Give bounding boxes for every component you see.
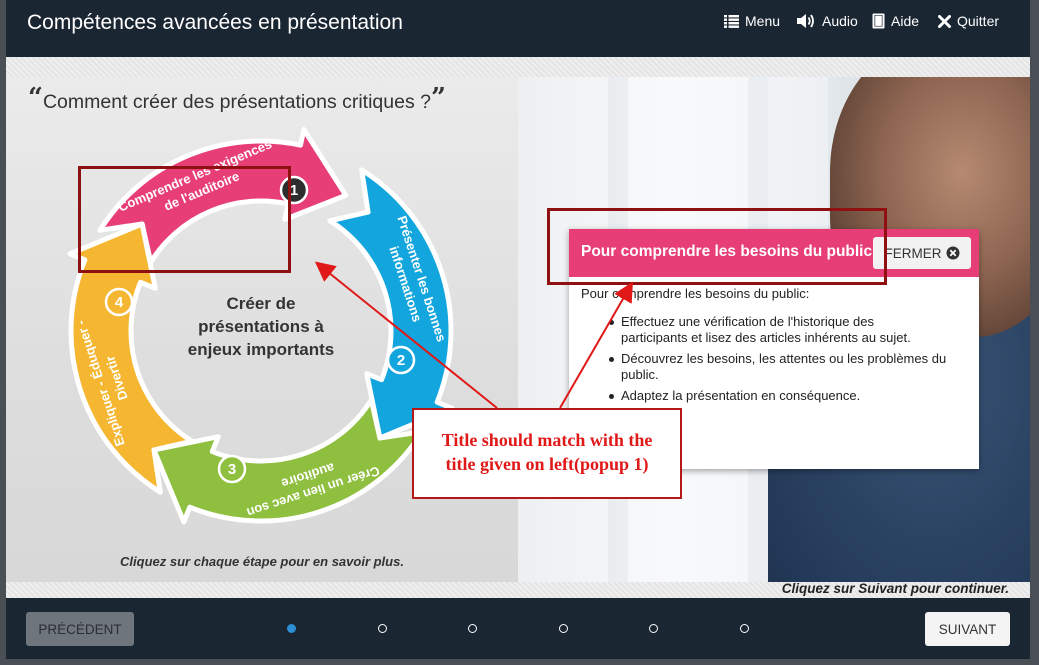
help-button[interactable]: Aide (872, 13, 919, 29)
audio-label: Audio (822, 13, 858, 29)
progress-dot[interactable] (377, 624, 387, 633)
progress-dot[interactable] (739, 624, 749, 633)
progress-dot[interactable] (558, 624, 568, 633)
bullet-line: public. (621, 367, 659, 382)
bullet-line: participants et lisez des articles inhér… (621, 330, 911, 345)
instruction-text: Cliquez sur chaque étape pour en savoir … (120, 554, 404, 569)
step-4-number: 4 (115, 294, 124, 311)
bullet-line: Découvrez les besoins, les attentes ou l… (621, 351, 947, 366)
popup-intro: Pour comprendre les besoins du public: (581, 286, 810, 301)
audio-button[interactable]: Audio (796, 13, 858, 29)
close-icon (938, 14, 951, 28)
menu-label: Menu (745, 13, 781, 29)
next-button[interactable]: SUIVANT (925, 612, 1010, 646)
callout-line-2: title given on left(popup 1) (445, 454, 649, 474)
bottom-bar: PRÉCÉDENT SUIVANT (6, 598, 1030, 659)
cycle-center-text: présentations à (198, 317, 324, 336)
popup-body: Pour comprendre les besoins du public: E… (581, 286, 971, 409)
annotation-box-popup-title (547, 208, 887, 285)
speaker-icon (797, 14, 814, 28)
bullet-item: Effectuez une vérification de l'historiq… (609, 314, 971, 346)
annotation-box-step-1 (78, 166, 291, 273)
continue-instruction: Cliquez sur Suivant pour continuer. (781, 581, 1009, 596)
cycle-center-text: Créer de (227, 294, 296, 313)
course-title: Compétences avancées en présentation (27, 11, 403, 34)
book-icon (872, 13, 885, 29)
close-label: FERMER (884, 245, 942, 261)
bullet-item: Découvrez les besoins, les attentes ou l… (609, 351, 971, 383)
close-button[interactable]: FERMER (873, 237, 971, 269)
bullet-item: Adaptez la présentation en conséquence. (609, 388, 971, 404)
top-bar: Compétences avancées en présentation Men… (6, 0, 1030, 57)
list-icon (724, 14, 739, 28)
app-frame: Compétences avancées en présentation Men… (0, 0, 1039, 665)
menu-button[interactable]: Menu (724, 13, 780, 29)
bullet-list: Effectuez une vérification de l'historiq… (609, 314, 971, 404)
quit-label: Quitter (957, 13, 1000, 29)
close-circle-icon (946, 246, 959, 260)
progress-dot[interactable] (649, 624, 658, 633)
step-1-number: 1 (290, 182, 298, 199)
cycle-center-text: enjeux importants (188, 340, 334, 359)
progress-dot[interactable] (287, 624, 296, 633)
step-2-number: 2 (397, 352, 405, 369)
bullet-line: Effectuez une vérification de l'historiq… (621, 314, 875, 329)
annotation-callout: Title should match with the title given … (412, 408, 682, 499)
help-label: Aide (891, 13, 920, 29)
step-3-number: 3 (228, 461, 236, 478)
quit-button[interactable]: Quitter (938, 13, 999, 29)
callout-line-1: Title should match with the (441, 430, 653, 450)
bullet-line: Adaptez la présentation en conséquence. (621, 388, 861, 403)
previous-button[interactable]: PRÉCÉDENT (26, 612, 134, 646)
progress-dot[interactable] (468, 624, 477, 633)
